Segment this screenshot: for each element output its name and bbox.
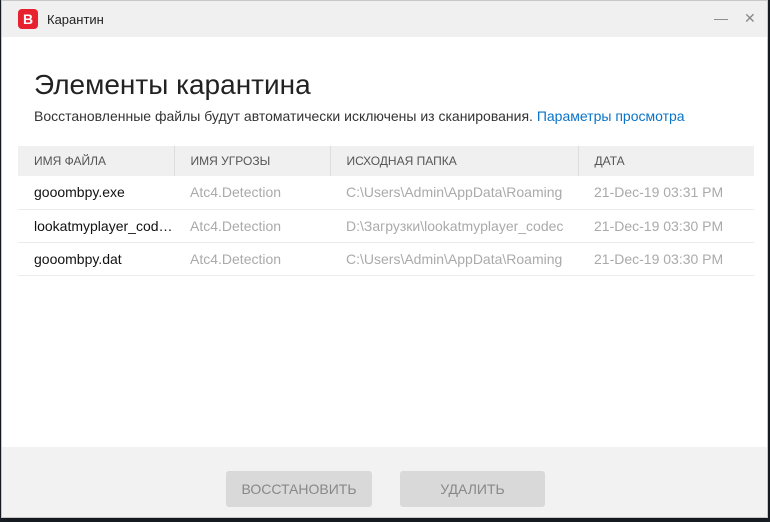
threat-name: Atc4.Detection (174, 209, 330, 243)
threat-name: Atc4.Detection (174, 176, 330, 210)
table-row[interactable]: gooombpy.dat Atc4.Detection C:\Users\Admin… (18, 242, 754, 276)
restore-button[interactable]: ВОССТАНОВИТЬ (226, 471, 372, 507)
source-folder: C:\Users\Admin\AppData\Roaming (330, 176, 578, 210)
date: 21-Dec-19 03:30 PM (578, 242, 754, 276)
close-button[interactable]: ✕ (744, 10, 756, 27)
page-title: Элементы карантина (34, 69, 311, 100)
delete-button[interactable]: УДАЛИТЬ (400, 471, 545, 507)
app-logo-icon: B (18, 9, 38, 29)
column-header-threat[interactable]: ИМЯ УГРОЗЫ (173, 146, 330, 176)
file-name: gooombpy.dat (18, 242, 174, 276)
column-header-date[interactable]: ДАТА (577, 146, 754, 176)
file-name: lookatmyplayer_codec.exe (18, 209, 174, 243)
source-folder: D:\Загрузки\lookatmyplayer_codec (330, 209, 578, 243)
date: 21-Dec-19 03:30 PM (578, 209, 754, 243)
quarantine-window: B Карантин — ✕ Элементы карантина Восста… (1, 0, 768, 518)
threat-name: Atc4.Detection (174, 242, 330, 276)
source-folder: C:\Users\Admin\AppData\Roaming (330, 242, 578, 276)
table-row[interactable]: lookatmyplayer_codec.exeAtc4.DetectionD:… (18, 209, 754, 243)
quarantine-table: ИМЯ ФАЙЛА ИМЯ УГРОЗЫ ИСХОДНАЯ ПАПКА ДАТА… (18, 146, 754, 276)
window-title: Карантин (47, 11, 104, 27)
subtitle-text: Восстановленные файлы будут автоматическ… (34, 108, 533, 124)
table-row[interactable]: gooombpy.exe Atc4.Detection C:\Users\Admin… (18, 176, 754, 210)
file-name: gooombpy.exe (18, 176, 174, 210)
column-header-folder[interactable]: ИСХОДНАЯ ПАПКА (329, 146, 578, 176)
footer: ВОССТАНОВИТЬ УДАЛИТЬ (2, 447, 767, 517)
minimize-button[interactable]: — (714, 10, 728, 26)
title-bar: B Карантин — ✕ (2, 1, 767, 37)
column-header-file[interactable]: ИМЯ ФАЙЛА (18, 146, 174, 176)
date: 21-Dec-19 03:31 PM (578, 176, 754, 210)
page-subtitle: Восстановленные файлы будут автоматическ… (34, 108, 685, 124)
view-settings-link[interactable]: Параметры просмотра (537, 108, 685, 124)
